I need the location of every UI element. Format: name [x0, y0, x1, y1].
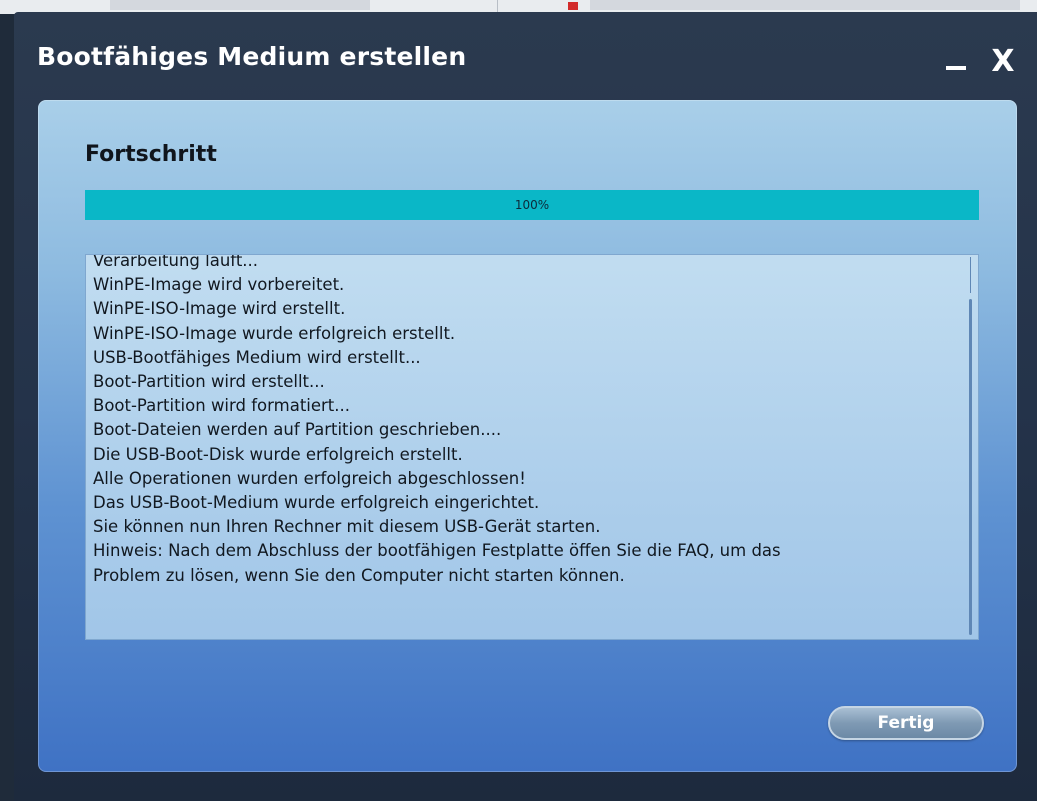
scrollbar-track [970, 257, 971, 293]
log-line: Boot-Partition wird erstellt... [93, 372, 325, 392]
operation-log[interactable]: Verarbeitung läuft... WinPE-Image wird vo… [85, 254, 979, 640]
log-line: Alle Operationen wurden erfolgreich abge… [93, 468, 526, 488]
minimize-icon [946, 66, 966, 70]
background-text-ghost [110, 0, 370, 10]
close-button[interactable]: X [989, 47, 1017, 77]
log-line: Problem zu lösen, wenn Sie den Computer … [93, 565, 625, 585]
log-scrollbar[interactable] [967, 257, 976, 637]
finish-button[interactable]: Fertig [828, 706, 984, 740]
close-icon: X [991, 44, 1015, 79]
scrollbar-thumb[interactable] [969, 299, 972, 635]
log-line: Boot-Partition wird formatiert... [93, 396, 351, 416]
progress-bar: 100% [85, 190, 979, 220]
log-line: Die USB-Boot-Disk wurde erfolgreich erst… [93, 444, 463, 464]
log-line: WinPE-Image wird vorbereitet. [93, 275, 345, 295]
log-line: Hinweis: Nach dem Abschluss der bootfähi… [93, 541, 781, 561]
minimize-button[interactable] [944, 44, 970, 74]
log-line: Das USB-Boot-Medium wurde erfolgreich ei… [93, 493, 540, 513]
content-panel: Fortschritt 100% Verarbeitung läuft... Wi… [38, 100, 1017, 772]
log-line: Sie können nun Ihren Rechner mit diesem … [93, 517, 601, 537]
log-line: WinPE-ISO-Image wurde erfolgreich erstel… [93, 323, 456, 343]
log-lines: Verarbeitung läuft... WinPE-Image wird vo… [93, 254, 964, 588]
background-text-ghost [590, 0, 1020, 10]
log-line: USB-Bootfähiges Medium wird erstellt... [93, 347, 421, 367]
log-line: Verarbeitung läuft... [93, 254, 259, 270]
window-title: Bootfähiges Medium erstellen [37, 42, 467, 71]
log-line: WinPE-ISO-Image wird erstellt. [93, 299, 346, 319]
log-line: Boot-Dateien werden auf Partition geschr… [93, 420, 502, 440]
progress-heading: Fortschritt [85, 142, 217, 167]
background-red-icon [568, 2, 578, 10]
progress-percent-label: 100% [514, 198, 550, 212]
boot-media-dialog: Bootfähiges Medium erstellen X Fortschri… [14, 12, 1037, 801]
